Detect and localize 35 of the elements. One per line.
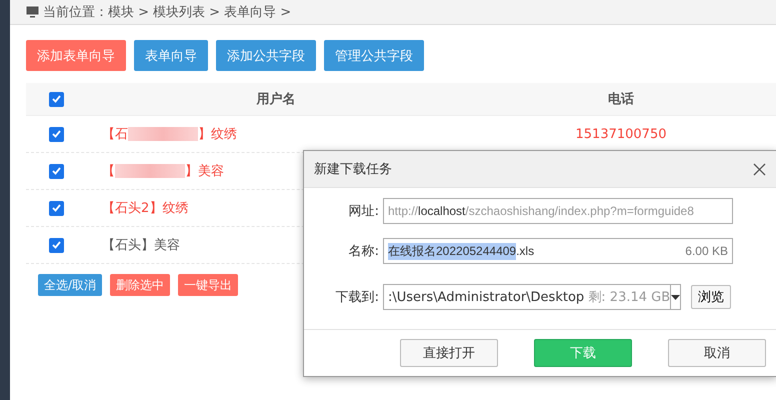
dialog-button[interactable]: 直接打开 <box>400 339 498 367</box>
dialog-button[interactable]: 取消 <box>668 339 766 367</box>
checkmark-icon <box>52 130 60 138</box>
field-label: 下载到: <box>334 289 379 306</box>
user-name: 【 <box>102 163 115 180</box>
monitor-icon <box>26 6 39 18</box>
column-header: 电话 <box>607 91 635 108</box>
phone-cell-text: 15137100750 <box>574 126 668 142</box>
checkmark-icon <box>52 167 60 175</box>
checkmark-icon <box>52 241 60 249</box>
close-icon[interactable] <box>753 162 766 176</box>
field-label: 网址: <box>348 203 379 220</box>
browse-button[interactable]: 浏览 <box>691 285 731 309</box>
checkbox[interactable] <box>48 200 64 216</box>
breadcrumb-item[interactable]: 当前位置：模块 > <box>43 3 150 21</box>
checkbox[interactable] <box>48 92 64 106</box>
user-name: 【石头】美容 <box>102 237 180 254</box>
checkbox[interactable] <box>48 126 64 142</box>
checkbox[interactable] <box>48 238 64 252</box>
user-name: 【石头2】纹绣 <box>102 200 188 217</box>
field-label: 名称: <box>348 243 379 260</box>
url-field[interactable]: http://localhost/szchaoshishang/index.php?m=formguide8 <box>383 198 733 224</box>
dialog-title: 新建下载任务 <box>314 161 392 178</box>
checkmark-icon <box>52 204 60 212</box>
checkmark-icon <box>52 95 60 103</box>
breadcrumb-item[interactable]: 模块列表 > <box>153 3 220 21</box>
filename-field[interactable]: 在线报名202205244409.xls 6.00 KB <box>383 238 733 264</box>
user-name: 【石 <box>102 126 128 143</box>
user-name: 】纹绣 <box>198 126 237 143</box>
caret-icon <box>671 294 680 300</box>
path-dropdown[interactable]: :\Users\Administrator\Desktop 剩: 23.14 GB <box>383 284 681 310</box>
column-header: 用户名 <box>255 90 296 108</box>
user-name: 】美容 <box>185 163 224 180</box>
checkbox[interactable] <box>48 164 64 178</box>
breadcrumb-item[interactable]: 表单向导 > <box>224 3 292 21</box>
